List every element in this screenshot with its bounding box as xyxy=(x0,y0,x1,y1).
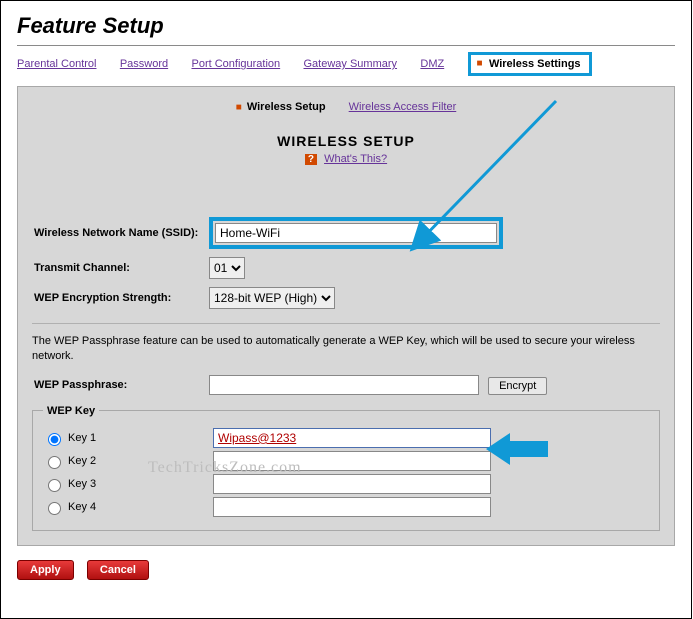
tab-parental-control[interactable]: Parental Control xyxy=(17,58,97,70)
button-row: Apply Cancel xyxy=(17,560,675,580)
wep-hint: The WEP Passphrase feature can be used t… xyxy=(32,334,660,365)
channel-label: Transmit Channel: xyxy=(32,253,207,283)
key2-radio[interactable] xyxy=(48,456,61,469)
wep-strength-select[interactable]: 128-bit WEP (High) xyxy=(209,287,335,309)
passphrase-input[interactable] xyxy=(209,375,479,395)
key3-label: Key 3 xyxy=(68,478,96,490)
key2-input[interactable] xyxy=(213,451,491,471)
apply-button[interactable]: Apply xyxy=(17,560,74,580)
ssid-highlight-box xyxy=(209,217,503,249)
divider xyxy=(32,323,660,324)
key4-input[interactable] xyxy=(213,497,491,517)
wep-keys-fieldset: WEP Key Key 1 Key 2 xyxy=(32,405,660,531)
question-icon: ? xyxy=(305,154,317,165)
key1-radio[interactable] xyxy=(48,433,61,446)
wireless-panel: ■ Wireless Setup Wireless Access Filter … xyxy=(17,86,675,546)
tab-wireless-settings-label: Wireless Settings xyxy=(489,58,581,70)
key2-label: Key 2 xyxy=(68,455,96,467)
key1-input[interactable] xyxy=(213,428,491,448)
encrypt-button[interactable]: Encrypt xyxy=(488,377,547,395)
subtab-wireless-setup[interactable]: Wireless Setup xyxy=(247,101,326,113)
channel-select[interactable]: 01 xyxy=(209,257,245,279)
key4-label: Key 4 xyxy=(68,501,96,513)
tab-dmz[interactable]: DMZ xyxy=(420,58,444,70)
wep-keys-legend: WEP Key xyxy=(43,405,99,417)
ssid-label: Wireless Network Name (SSID): xyxy=(32,213,207,253)
passphrase-label: WEP Passphrase: xyxy=(32,371,207,399)
page-title: Feature Setup xyxy=(17,13,675,39)
cancel-button[interactable]: Cancel xyxy=(87,560,149,580)
key3-radio[interactable] xyxy=(48,479,61,492)
bullet-icon: ■ xyxy=(236,102,242,113)
whats-this: ? What's This? xyxy=(32,153,660,165)
whats-this-link[interactable]: What's This? xyxy=(324,153,387,165)
subtab-wireless-access-filter[interactable]: Wireless Access Filter xyxy=(349,101,457,113)
key4-radio[interactable] xyxy=(48,502,61,515)
tab-gateway-summary[interactable]: Gateway Summary xyxy=(304,58,398,70)
bullet-icon: ■ xyxy=(477,58,483,69)
top-tabs: Parental Control Password Port Configura… xyxy=(17,52,675,86)
ssid-input[interactable] xyxy=(215,223,497,243)
tab-wireless-settings[interactable]: ■ Wireless Settings xyxy=(468,52,592,76)
divider xyxy=(17,45,675,46)
subtabs: ■ Wireless Setup Wireless Access Filter xyxy=(32,101,660,113)
key1-label: Key 1 xyxy=(68,432,96,444)
wep-strength-label: WEP Encryption Strength: xyxy=(32,283,207,313)
section-title: WIRELESS SETUP xyxy=(32,133,660,149)
tab-port-configuration[interactable]: Port Configuration xyxy=(191,58,280,70)
tab-password[interactable]: Password xyxy=(120,58,168,70)
key3-input[interactable] xyxy=(213,474,491,494)
